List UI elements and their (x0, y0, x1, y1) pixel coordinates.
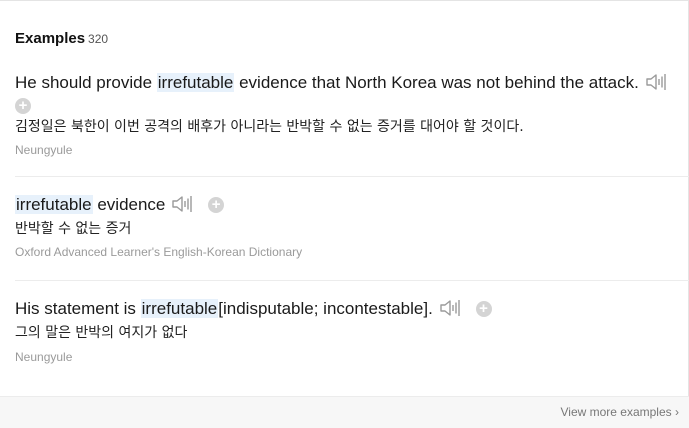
chevron-right-icon: › (675, 405, 679, 419)
example-source: Oxford Advanced Learner's English-Korean… (15, 245, 303, 259)
add-icon[interactable]: + (475, 301, 492, 317)
sentence-text: He should provide (15, 73, 157, 92)
view-more-label: View more examples (560, 405, 672, 419)
speaker-icon[interactable] (171, 194, 195, 214)
examples-footer: View more examples › (0, 396, 689, 428)
example-item: He should provide irrefutable evidence t… (15, 72, 689, 158)
example-item: His statement is irrefutable[indisputabl… (15, 298, 689, 365)
examples-count: 320 (88, 32, 109, 46)
highlighted-word[interactable]: irrefutable (156, 73, 235, 92)
sentence-text: evidence that North Korea was not behind… (234, 73, 639, 92)
view-more-examples-link[interactable]: View more examples › (560, 405, 679, 419)
example-sentence-en: irrefutable evidence + (15, 194, 689, 216)
examples-title: Examples (15, 30, 86, 47)
example-translation-ko: 그의 말은 반박의 여지가 없다 (15, 325, 188, 341)
sentence-text: evidence (92, 195, 166, 214)
example-source: Neungyule (15, 143, 73, 157)
examples-header: Examples 320 (15, 30, 108, 48)
example-sentence-en: He should provide irrefutable evidence t… (15, 72, 689, 94)
divider (15, 280, 689, 281)
sentence-text: [indisputable; incontestable]. (218, 299, 433, 318)
highlighted-word[interactable]: irrefutable (15, 195, 93, 214)
speaker-icon[interactable] (439, 298, 463, 318)
divider (15, 176, 689, 177)
speaker-icon[interactable] (645, 72, 669, 92)
highlighted-word[interactable]: irrefutable (140, 299, 219, 318)
example-translation-ko: 김정일은 북한이 이번 공격의 배후가 아니라는 반박할 수 없는 증거를 대어… (15, 119, 524, 135)
sentence-text: His statement is (15, 299, 141, 318)
add-icon[interactable]: + (208, 197, 225, 213)
example-translation-ko: 반박할 수 없는 증거 (15, 221, 132, 237)
example-sentence-en: His statement is irrefutable[indisputabl… (15, 298, 689, 320)
top-border (0, 0, 689, 1)
example-item: irrefutable evidence + 반박할 수 없는 증거 Oxfor… (15, 194, 689, 260)
example-source: Neungyule (15, 350, 73, 364)
add-icon[interactable]: + (15, 98, 31, 114)
